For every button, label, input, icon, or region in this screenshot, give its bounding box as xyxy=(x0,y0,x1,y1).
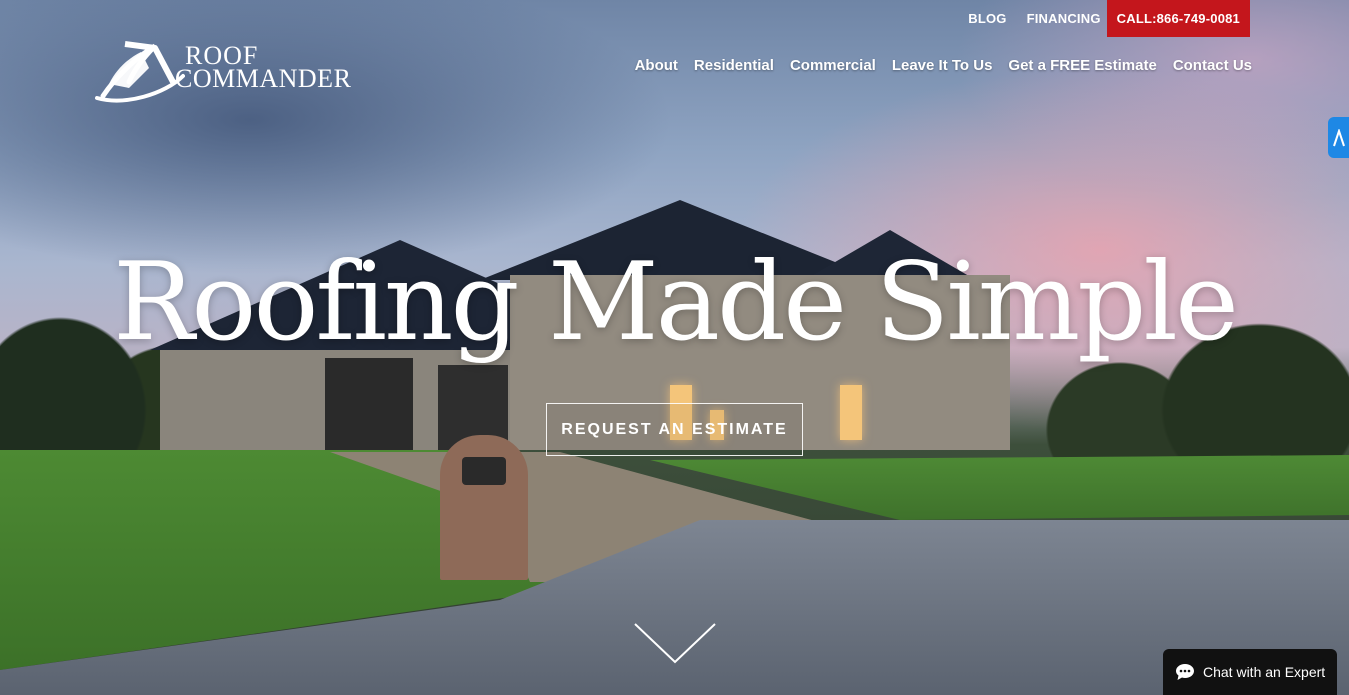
nav-about[interactable]: About xyxy=(635,57,678,74)
nav-contact-us[interactable]: Contact Us xyxy=(1173,57,1252,74)
mailbox-door xyxy=(462,457,506,485)
accessibility-icon xyxy=(1332,128,1345,146)
roof-logo-icon xyxy=(95,41,185,103)
mailbox xyxy=(440,435,528,580)
request-estimate-button[interactable]: REQUEST AN ESTIMATE xyxy=(546,403,803,456)
chevron-down-icon xyxy=(634,623,716,664)
chat-label: Chat with an Expert xyxy=(1203,664,1326,680)
chat-widget-button[interactable]: Chat with an Expert xyxy=(1163,649,1337,695)
house-window xyxy=(840,385,862,440)
nav-residential[interactable]: Residential xyxy=(694,57,774,74)
blog-link[interactable]: BLOG xyxy=(968,11,1006,26)
call-button[interactable]: CALL:866-749-0081 xyxy=(1106,0,1250,37)
logo-text-commander: COMMANDER xyxy=(175,64,352,93)
nav-commercial[interactable]: Commercial xyxy=(790,57,876,74)
accessibility-tab[interactable] xyxy=(1328,117,1349,158)
nav-leave-it-to-us[interactable]: Leave It To Us xyxy=(892,57,993,74)
garage-door xyxy=(325,358,413,453)
nav-free-estimate[interactable]: Get a FREE Estimate xyxy=(1008,57,1156,74)
main-nav: About Residential Commercial Leave It To… xyxy=(619,57,1252,74)
top-utility-bar: BLOG FINANCING CALL:866-749-0081 xyxy=(948,0,1250,37)
financing-link[interactable]: FINANCING xyxy=(1027,11,1101,26)
site-logo[interactable]: ROOF COMMANDER xyxy=(95,38,395,104)
scroll-down-button[interactable] xyxy=(633,622,717,671)
chat-bubble-icon xyxy=(1176,664,1194,680)
hero-headline: Roofing Made Simple xyxy=(113,240,1239,365)
